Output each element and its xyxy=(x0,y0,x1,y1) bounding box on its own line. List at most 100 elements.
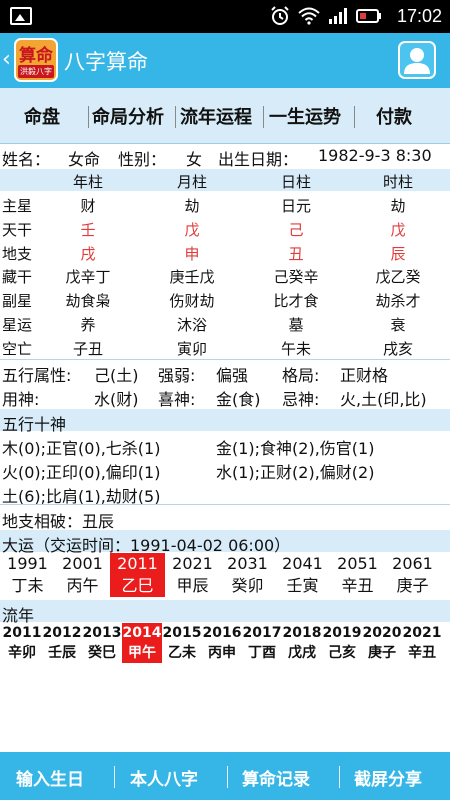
row-label: 星运 xyxy=(2,316,33,334)
nav-screenshot-share[interactable]: 截屏分享 xyxy=(354,765,422,790)
liunian-cell[interactable]: 2011 辛卯 xyxy=(2,623,42,663)
liunian-cell[interactable]: 2018 戊戌 xyxy=(282,623,322,663)
liunian-year: 2014 xyxy=(122,625,162,641)
dayun-cell[interactable]: 2001 丙午 xyxy=(55,553,110,597)
nav-divider xyxy=(114,766,115,788)
tab-mingju-analysis[interactable]: 命局分析 xyxy=(92,103,164,129)
user-icon xyxy=(404,48,430,74)
dayun-ganzhi: 甲辰 xyxy=(176,576,209,595)
xishen-value: 金(食) xyxy=(216,390,261,409)
yongshen-value: 水(财) xyxy=(94,390,139,409)
pillar-cell: 伤财劫 xyxy=(169,292,215,310)
pillar-cell: 戊 xyxy=(390,221,406,239)
strength-label: 强弱: xyxy=(158,366,196,385)
pillar-cell: 子丑 xyxy=(72,340,103,358)
dayun-year: 2061 xyxy=(392,554,433,573)
pillar-cell: 丑 xyxy=(288,245,304,263)
dayun-cell[interactable]: 2061 庚子 xyxy=(385,553,440,597)
liunian-cell[interactable]: 2020 庚子 xyxy=(362,623,402,663)
tab-divider xyxy=(88,106,89,128)
pillar-cell: 劫 xyxy=(390,197,406,215)
geju-value: 正财格 xyxy=(340,366,389,385)
dayun-cell[interactable]: 2021 甲辰 xyxy=(165,553,220,597)
liunian-ganzhi: 乙未 xyxy=(168,645,196,661)
nav-fortune-records[interactable]: 算命记录 xyxy=(242,765,310,790)
liunian-year: 2012 xyxy=(42,625,82,641)
liunian-ganzhi: 庚子 xyxy=(368,645,396,661)
dayun-cell[interactable]: 1991 丁未 xyxy=(0,553,55,597)
dayun-cell[interactable]: 2011 乙巳 xyxy=(110,553,165,597)
signal-icon xyxy=(329,8,347,24)
jishen-label: 忌神: xyxy=(282,390,320,409)
dayun-ganzhi: 丁未 xyxy=(11,576,44,595)
tab-liunian-yuncheng[interactable]: 流年运程 xyxy=(180,103,252,129)
pillar-cell: 比才食 xyxy=(273,292,319,310)
pillar-cell: 己癸辛 xyxy=(273,268,319,286)
row-label: 藏干 xyxy=(2,268,33,286)
strength-value: 偏强 xyxy=(216,366,249,385)
liunian-year: 2019 xyxy=(322,625,362,641)
header-hour-pillar: 时柱 xyxy=(382,173,413,191)
dayun-cell[interactable]: 2041 壬寅 xyxy=(275,553,330,597)
dizhi-text: 地支相破：丑辰 xyxy=(2,512,115,531)
wuxing-shishen-band xyxy=(0,409,450,431)
dayun-cell[interactable]: 2031 癸卯 xyxy=(220,553,275,597)
liunian-ganzhi: 癸巳 xyxy=(88,645,116,661)
dayun-ganzhi: 癸卯 xyxy=(231,576,264,595)
row-label: 天干 xyxy=(2,221,33,239)
liunian-ganzhi: 戊戌 xyxy=(288,645,316,661)
liunian-cell[interactable]: 2012 壬辰 xyxy=(42,623,82,663)
row-label: 地支 xyxy=(2,245,33,263)
dayun-year: 2051 xyxy=(337,554,378,573)
pillar-cell: 戌亥 xyxy=(382,340,413,358)
back-icon[interactable]: ‹ xyxy=(2,47,11,72)
nav-divider xyxy=(339,766,340,788)
tab-mingpan[interactable]: 命盘 xyxy=(24,103,60,129)
liunian-year: 2018 xyxy=(282,625,322,641)
app-logo[interactable]: 算命 洪毅八字 xyxy=(14,38,58,82)
liunian-cell[interactable]: 2021 辛丑 xyxy=(402,623,442,663)
liunian-year: 2013 xyxy=(82,625,122,641)
liunian-cell[interactable]: 2019 己亥 xyxy=(322,623,362,663)
dayun-year: 2001 xyxy=(62,554,103,573)
wuxing-item: 木(0);正官(0),七杀(1) xyxy=(2,439,161,458)
dayun-cell[interactable]: 2051 辛丑 xyxy=(330,553,385,597)
liunian-ganzhi: 辛丑 xyxy=(408,645,436,661)
tab-payment[interactable]: 付款 xyxy=(376,103,412,129)
wuxing-label: 五行属性: xyxy=(2,366,72,385)
dayun-ganzhi: 丙午 xyxy=(66,576,99,595)
pillar-cell: 辰 xyxy=(390,245,406,263)
alarm-icon xyxy=(271,6,289,25)
pillar-cell: 劫杀才 xyxy=(375,292,421,310)
tab-divider xyxy=(175,106,176,128)
liunian-band xyxy=(0,600,450,622)
wifi-icon xyxy=(298,7,320,25)
gender-label: 性别： xyxy=(118,150,167,169)
dayun-year: 2041 xyxy=(282,554,323,573)
liunian-cell[interactable]: 2014 甲午 xyxy=(122,623,162,663)
nav-input-birthday[interactable]: 输入生日 xyxy=(16,765,84,790)
liunian-year: 2017 xyxy=(242,625,282,641)
liunian-cell[interactable]: 2013 癸巳 xyxy=(82,623,122,663)
user-profile-button[interactable] xyxy=(398,41,436,79)
liunian-cell[interactable]: 2017 丁酉 xyxy=(242,623,282,663)
pillar-cell: 劫 xyxy=(184,197,200,215)
pillar-cell: 戊乙癸 xyxy=(375,268,421,286)
liunian-cell[interactable]: 2016 丙申 xyxy=(202,623,242,663)
pillar-cell: 庚壬戊 xyxy=(169,268,215,286)
liunian-year: 2011 xyxy=(2,625,42,641)
app-bar: ‹ 算命 洪毅八字 八字算命 xyxy=(0,33,450,88)
liunian-ganzhi: 甲午 xyxy=(128,645,156,661)
name-label: 姓名： xyxy=(2,150,51,169)
nav-my-bazi[interactable]: 本人八字 xyxy=(130,765,198,790)
tab-bar: 命盘 命局分析 流年运程 一生运势 付款 xyxy=(0,88,450,144)
pillar-cell: 墓 xyxy=(288,316,304,334)
liunian-cell[interactable]: 2015 乙未 xyxy=(162,623,202,663)
pillar-cell: 劫食枭 xyxy=(65,292,111,310)
liunian-year: 2016 xyxy=(202,625,242,641)
liunian-year: 2020 xyxy=(362,625,402,641)
clock-text: 17:02 xyxy=(396,6,442,26)
tab-yisheng-yunshi[interactable]: 一生运势 xyxy=(269,103,341,129)
battery-icon xyxy=(356,9,381,23)
divider xyxy=(0,504,450,505)
